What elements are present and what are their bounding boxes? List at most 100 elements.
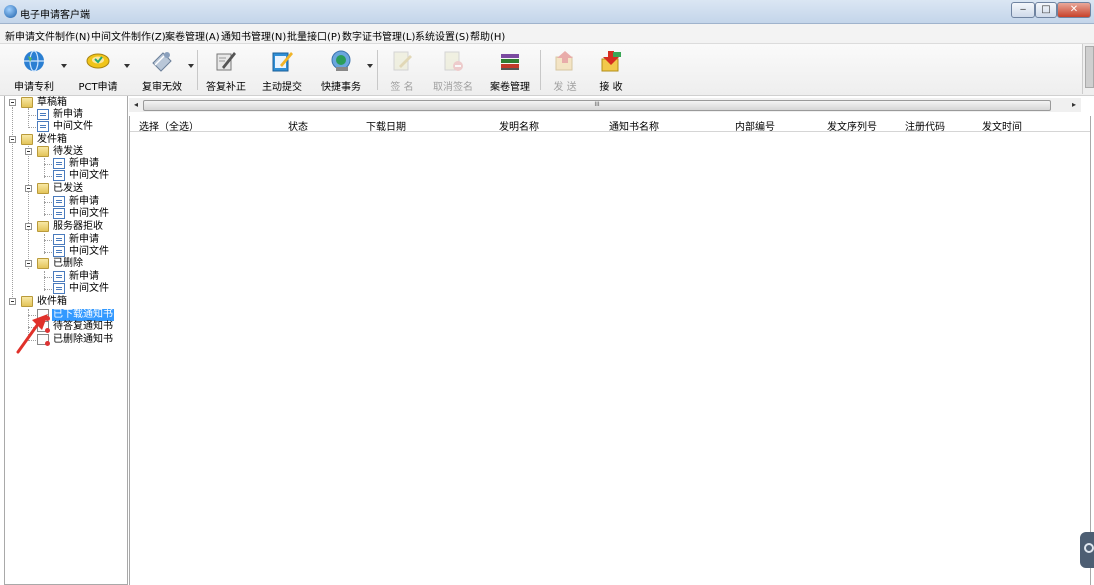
document-icon	[53, 271, 65, 282]
column-header-notice-name[interactable]: 通知书名称	[609, 118, 659, 133]
tree-guide-line	[44, 252, 52, 253]
maximize-button[interactable]: □	[1035, 2, 1057, 18]
menu-help[interactable]: 帮助(H)	[470, 28, 505, 43]
tree-label: 新申请	[53, 109, 83, 120]
folder-icon	[37, 183, 49, 194]
collapse-icon[interactable]	[25, 185, 32, 192]
cancel-sign-button[interactable]: 取消签名	[428, 47, 478, 93]
apply-patent-button[interactable]: 申请专利	[8, 47, 60, 93]
cancel-sign-label: 取消签名	[433, 82, 473, 93]
collapse-icon[interactable]	[9, 136, 16, 143]
active-submit-label: 主动提交	[262, 82, 302, 93]
menu-batch-interface[interactable]: 批量接口(P)	[287, 28, 341, 43]
document-icon	[37, 109, 49, 120]
tree-label: 中间文件	[69, 170, 109, 181]
scrollbar-thumb[interactable]	[1085, 46, 1094, 88]
toolbar-scrollbar[interactable]	[1082, 44, 1094, 94]
collapse-icon[interactable]	[9, 298, 16, 305]
pct-application-button[interactable]: PCT申请	[73, 47, 123, 93]
tree-label: 发件箱	[37, 134, 67, 145]
tree-label: 已删除通知书	[53, 334, 113, 345]
scroll-left-arrow-icon[interactable]: ◂	[129, 98, 143, 112]
app-logo-icon	[4, 5, 17, 18]
books-icon	[501, 54, 519, 70]
pct-dropdown-icon[interactable]	[124, 64, 130, 68]
toolbar-separator	[377, 50, 378, 90]
column-header-status[interactable]: 状态	[288, 118, 308, 133]
folder-icon	[37, 146, 49, 157]
menu-notice-management[interactable]: 通知书管理(N)	[221, 28, 286, 43]
tree-guide-line	[44, 289, 52, 290]
document-icon	[53, 196, 65, 207]
menu-system-settings[interactable]: 系统设置(S)	[415, 28, 469, 43]
side-panel-tab[interactable]	[1080, 532, 1094, 568]
tree-label: 新申请	[69, 271, 99, 282]
column-header-invention-name[interactable]: 发明名称	[499, 118, 539, 133]
column-header-registration-code[interactable]: 注册代码	[905, 118, 945, 133]
menu-bar: 新申请文件制作(N) 中间文件制作(Z) 案卷管理(A) 通知书管理(N) 批量…	[0, 24, 1094, 44]
collapse-icon[interactable]	[25, 260, 32, 267]
close-button[interactable]: ✕	[1057, 2, 1091, 18]
document-icon	[53, 208, 65, 219]
list-header: 选择（全选） 状态 下载日期 发明名称 通知书名称 内部编号 发文序列号 注册代…	[130, 116, 1090, 133]
tree-guide-line	[28, 108, 29, 128]
document-icon	[53, 283, 65, 294]
column-header-dispatch-serial[interactable]: 发文序列号	[827, 118, 877, 133]
receive-button[interactable]: 接 收	[590, 47, 632, 93]
toolbar-separator	[540, 50, 541, 90]
reexamination-button[interactable]: 复审无效	[137, 47, 187, 93]
menu-case-management[interactable]: 案卷管理(A)	[165, 28, 220, 43]
menu-certificate-management[interactable]: 数字证书管理(L)	[342, 28, 415, 43]
column-header-download-date[interactable]: 下载日期	[366, 118, 406, 133]
send-label: 发 送	[553, 82, 577, 93]
send-button[interactable]: 发 送	[544, 47, 586, 93]
review-icon	[152, 52, 172, 72]
column-header-select-all[interactable]: 选择（全选）	[139, 118, 199, 133]
tree-guide-line	[44, 202, 52, 203]
tree-label: 中间文件	[53, 121, 93, 132]
pct-application-label: PCT申请	[78, 82, 118, 93]
quick-task-icon	[331, 50, 351, 71]
scroll-right-arrow-icon[interactable]: ▸	[1067, 98, 1081, 112]
reply-correction-label: 答复补正	[206, 82, 246, 93]
reply-correction-button[interactable]: 答复补正	[201, 47, 251, 93]
collapse-icon[interactable]	[9, 99, 16, 106]
tree-label: 新申请	[69, 196, 99, 207]
toolbar: 申请专利 PCT申请 复审无效 答复补正 主动提交 快捷事务 签 名 取消签名 …	[0, 44, 1094, 96]
pct-disk-icon	[86, 53, 110, 69]
folder-icon	[37, 258, 49, 269]
collapse-icon[interactable]	[25, 148, 32, 155]
document-icon	[37, 121, 49, 132]
horizontal-scrollbar[interactable]: ◂ III ▸	[129, 98, 1081, 112]
document-icon	[53, 158, 65, 169]
quick-task-dropdown-icon[interactable]	[367, 64, 373, 68]
apply-patent-dropdown-icon[interactable]	[61, 64, 67, 68]
submit-notepad-icon	[272, 52, 293, 72]
tree-label: 新申请	[69, 234, 99, 245]
minimize-button[interactable]: ‒	[1011, 2, 1035, 18]
scrollbar-thumb[interactable]: III	[143, 100, 1051, 111]
folder-icon	[21, 296, 33, 307]
collapse-icon[interactable]	[25, 223, 32, 230]
quick-task-label: 快捷事务	[321, 82, 361, 93]
menu-new-application[interactable]: 新申请文件制作(N)	[5, 28, 90, 43]
cancel-sign-icon	[444, 51, 463, 71]
case-management-button[interactable]: 案卷管理	[485, 47, 535, 93]
tree-guide-line	[44, 277, 52, 278]
folder-icon	[21, 97, 33, 108]
tree-guide-line	[44, 240, 52, 241]
document-icon	[53, 234, 65, 245]
quick-task-button[interactable]: 快捷事务	[316, 47, 366, 93]
menu-middle-file[interactable]: 中间文件制作(Z)	[91, 28, 166, 43]
sign-button[interactable]: 签 名	[381, 47, 423, 93]
tree-guide-line	[44, 164, 52, 165]
reexamination-dropdown-icon[interactable]	[188, 64, 194, 68]
toolbar-separator	[197, 50, 198, 90]
sign-icon	[393, 51, 412, 71]
active-submit-button[interactable]: 主动提交	[257, 47, 307, 93]
column-header-dispatch-time[interactable]: 发文时间	[982, 118, 1022, 133]
tree-guide-line	[28, 115, 36, 116]
column-header-internal-number[interactable]: 内部编号	[735, 118, 775, 133]
tree-guide-line	[28, 146, 29, 269]
send-icon	[555, 51, 573, 71]
